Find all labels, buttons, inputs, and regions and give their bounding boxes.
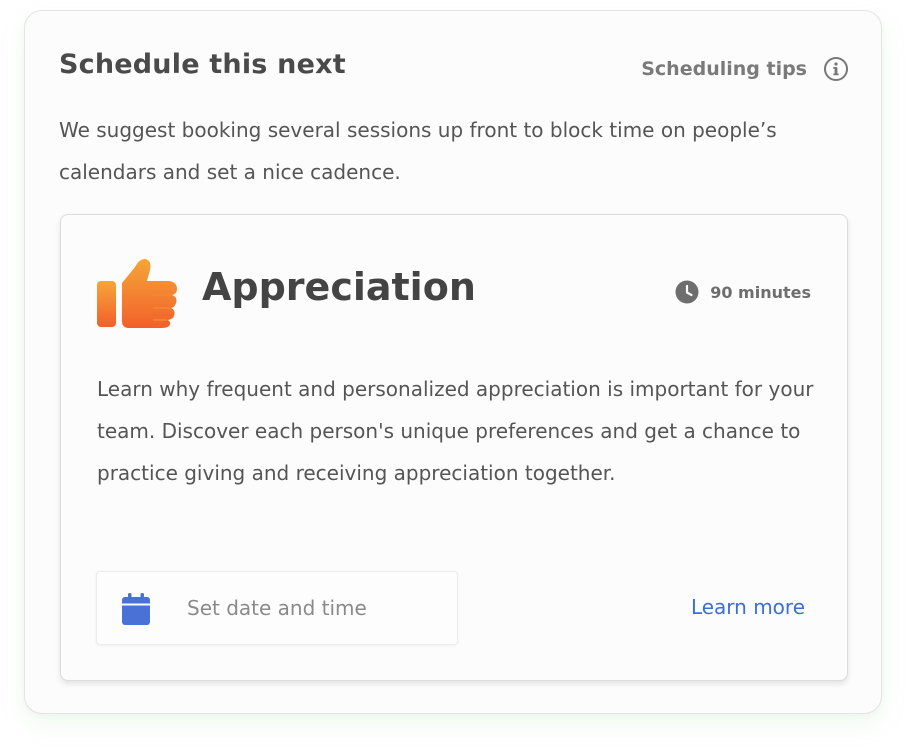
set-date-time-placeholder: Set date and time bbox=[187, 596, 367, 620]
schedule-title: Schedule this next bbox=[59, 49, 346, 80]
clock-icon bbox=[675, 280, 699, 304]
scheduling-tips-link[interactable]: Scheduling tips bbox=[641, 56, 849, 82]
duration-label: 90 minutes bbox=[710, 282, 811, 302]
session-card: Appreciation 90 minutes Learn why freque… bbox=[60, 214, 848, 681]
session-title: Appreciation bbox=[202, 265, 476, 309]
session-description: Learn why frequent and personalized appr… bbox=[97, 377, 814, 485]
set-date-time-button[interactable]: Set date and time bbox=[96, 571, 458, 645]
schedule-intro-text: We suggest booking several sessions up f… bbox=[59, 118, 777, 184]
learn-more-link[interactable]: Learn more bbox=[691, 595, 805, 619]
scheduling-tips-label: Scheduling tips bbox=[641, 58, 807, 80]
thumbs-up-icon bbox=[97, 257, 179, 329]
calendar-icon bbox=[122, 593, 150, 625]
schedule-card: Schedule this next Scheduling tips We su… bbox=[24, 10, 882, 714]
duration-badge: 90 minutes bbox=[675, 280, 811, 304]
info-icon[interactable] bbox=[823, 56, 849, 82]
